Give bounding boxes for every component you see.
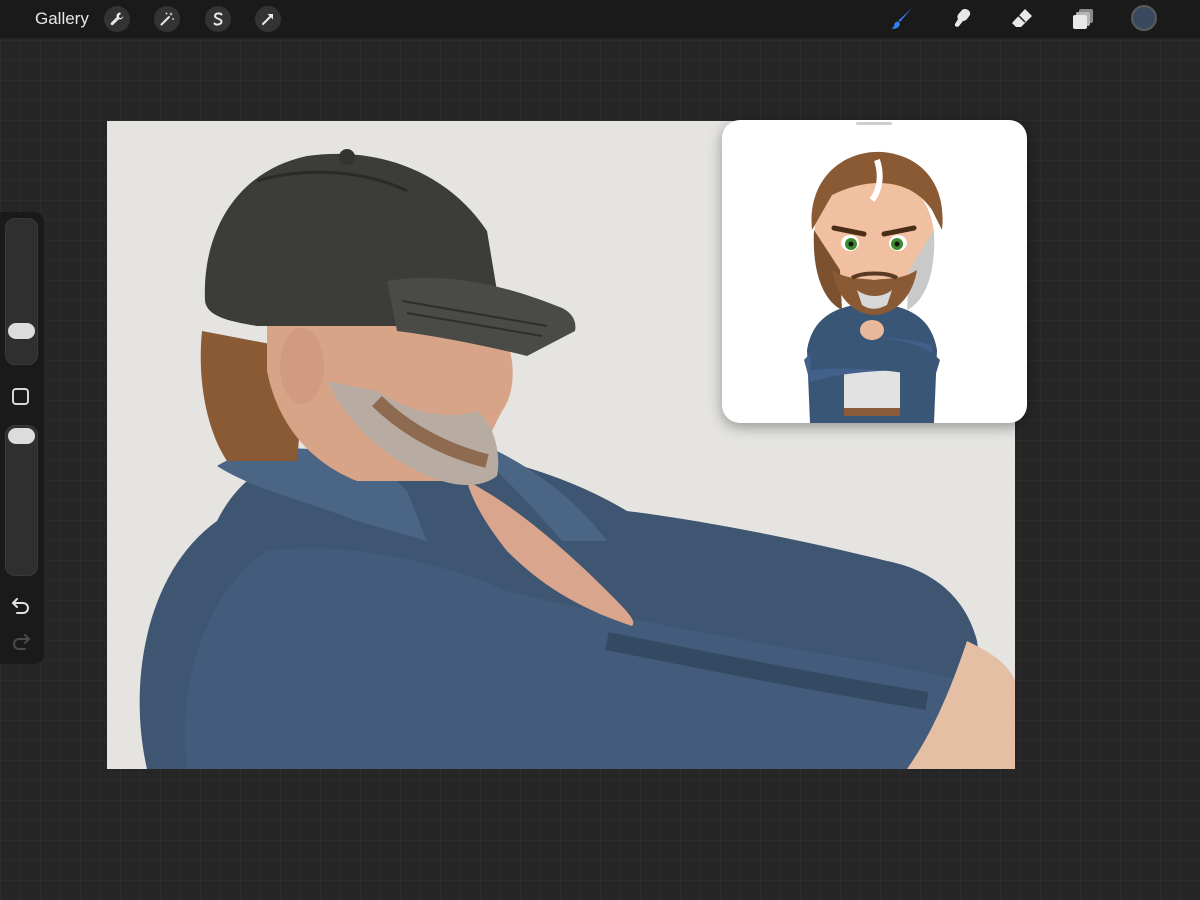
magic-wand-icon xyxy=(160,12,174,26)
undo-button[interactable] xyxy=(10,594,32,616)
actions-button[interactable] xyxy=(104,6,130,32)
gallery-button[interactable]: Gallery xyxy=(35,9,89,29)
layers-icon xyxy=(1073,9,1093,29)
modify-button[interactable] xyxy=(12,388,29,405)
brush-tool-button[interactable] xyxy=(888,5,916,33)
reference-drag-handle[interactable] xyxy=(856,122,892,125)
brush-icon xyxy=(891,8,912,29)
transform-icon xyxy=(262,14,273,25)
selection-button[interactable] xyxy=(205,6,231,32)
opacity-thumb[interactable] xyxy=(8,428,35,444)
reference-image xyxy=(804,151,943,423)
layers-button[interactable] xyxy=(1070,5,1098,33)
adjustments-button[interactable] xyxy=(154,6,180,32)
selection-icon xyxy=(213,12,223,26)
top-toolbar: Gallery xyxy=(0,0,1200,38)
redo-button[interactable] xyxy=(10,630,32,652)
left-sidebar xyxy=(0,212,44,664)
smudge-icon xyxy=(954,9,971,27)
redo-icon xyxy=(13,634,30,650)
color-picker-button[interactable] xyxy=(1131,5,1157,31)
eraser-icon xyxy=(1012,9,1032,27)
brush-size-slider[interactable] xyxy=(5,218,38,365)
smudge-tool-button[interactable] xyxy=(948,5,976,33)
undo-icon xyxy=(12,598,29,614)
wrench-icon xyxy=(110,12,124,26)
brush-size-thumb[interactable] xyxy=(8,322,35,339)
reference-window[interactable] xyxy=(722,120,1027,423)
eraser-tool-button[interactable] xyxy=(1008,5,1036,33)
transform-button[interactable] xyxy=(255,6,281,32)
opacity-slider[interactable] xyxy=(5,425,38,576)
